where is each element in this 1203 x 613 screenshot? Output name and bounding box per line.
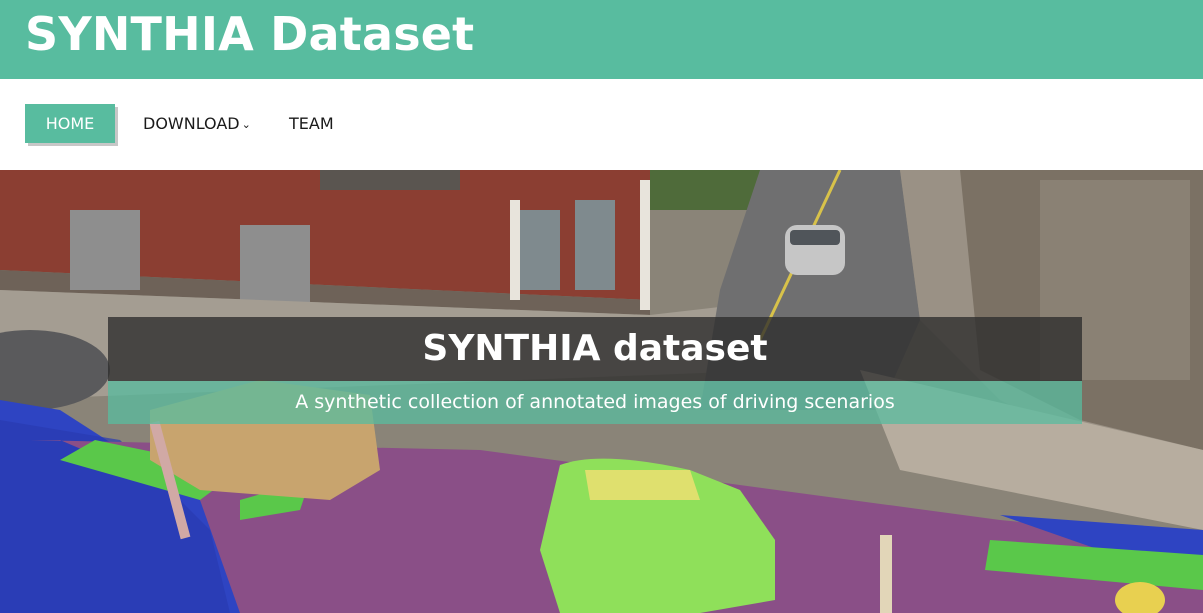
chevron-down-icon: ⌄ [241,118,251,131]
nav-item-team[interactable]: TEAM [289,104,334,143]
nav-item-home[interactable]: HOME [25,104,115,143]
nav-item-download[interactable]: DOWNLOAD ⌄ [143,104,251,143]
hero-subtitle: A synthetic collection of annotated imag… [295,391,895,413]
nav-item-download-label: DOWNLOAD [143,114,240,133]
hero-subtitle-band: A synthetic collection of annotated imag… [108,381,1082,424]
site-header: SYNTHIA Dataset [0,0,1203,79]
hero-title: SYNTHIA dataset [422,328,768,369]
hero-title-band: SYNTHIA dataset [108,317,1082,381]
main-nav: HOME DOWNLOAD ⌄ TEAM [0,79,1203,170]
site-title: SYNTHIA Dataset [25,7,475,61]
hero-banner: SYNTHIA dataset A synthetic collection o… [0,170,1203,613]
